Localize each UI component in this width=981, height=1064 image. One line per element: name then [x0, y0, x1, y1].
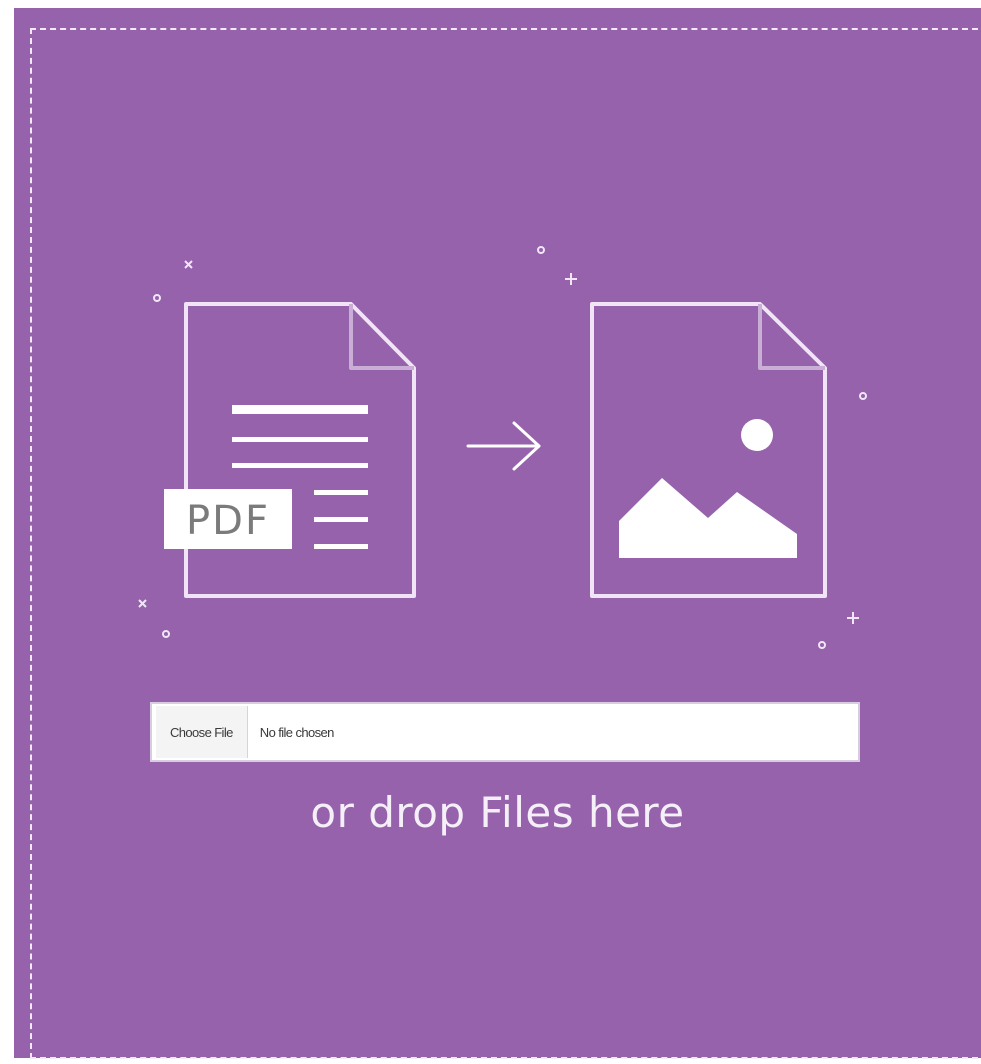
conversion-illustration: PDF: [138, 246, 867, 649]
mountains-icon: [619, 478, 797, 558]
pdf-badge-label: PDF: [186, 498, 270, 544]
drop-files-hint: or drop Files here: [310, 788, 685, 837]
right-arrow-icon: [466, 421, 541, 471]
pdf-document-icon: PDF: [164, 302, 416, 598]
sun-icon: [741, 419, 773, 451]
file-status-text: No file chosen: [259, 724, 335, 740]
image-file-icon: [590, 302, 827, 598]
file-dropzone[interactable]: PDF Choose File No file chosen or drop F…: [14, 8, 981, 1059]
dropzone-dashed-border: [30, 28, 981, 1059]
choose-file-button[interactable]: Choose File: [156, 706, 248, 758]
sparkle-decorations: [138, 246, 867, 649]
pdf-badge: PDF: [164, 489, 292, 549]
file-input[interactable]: Choose File No file chosen: [150, 702, 860, 762]
